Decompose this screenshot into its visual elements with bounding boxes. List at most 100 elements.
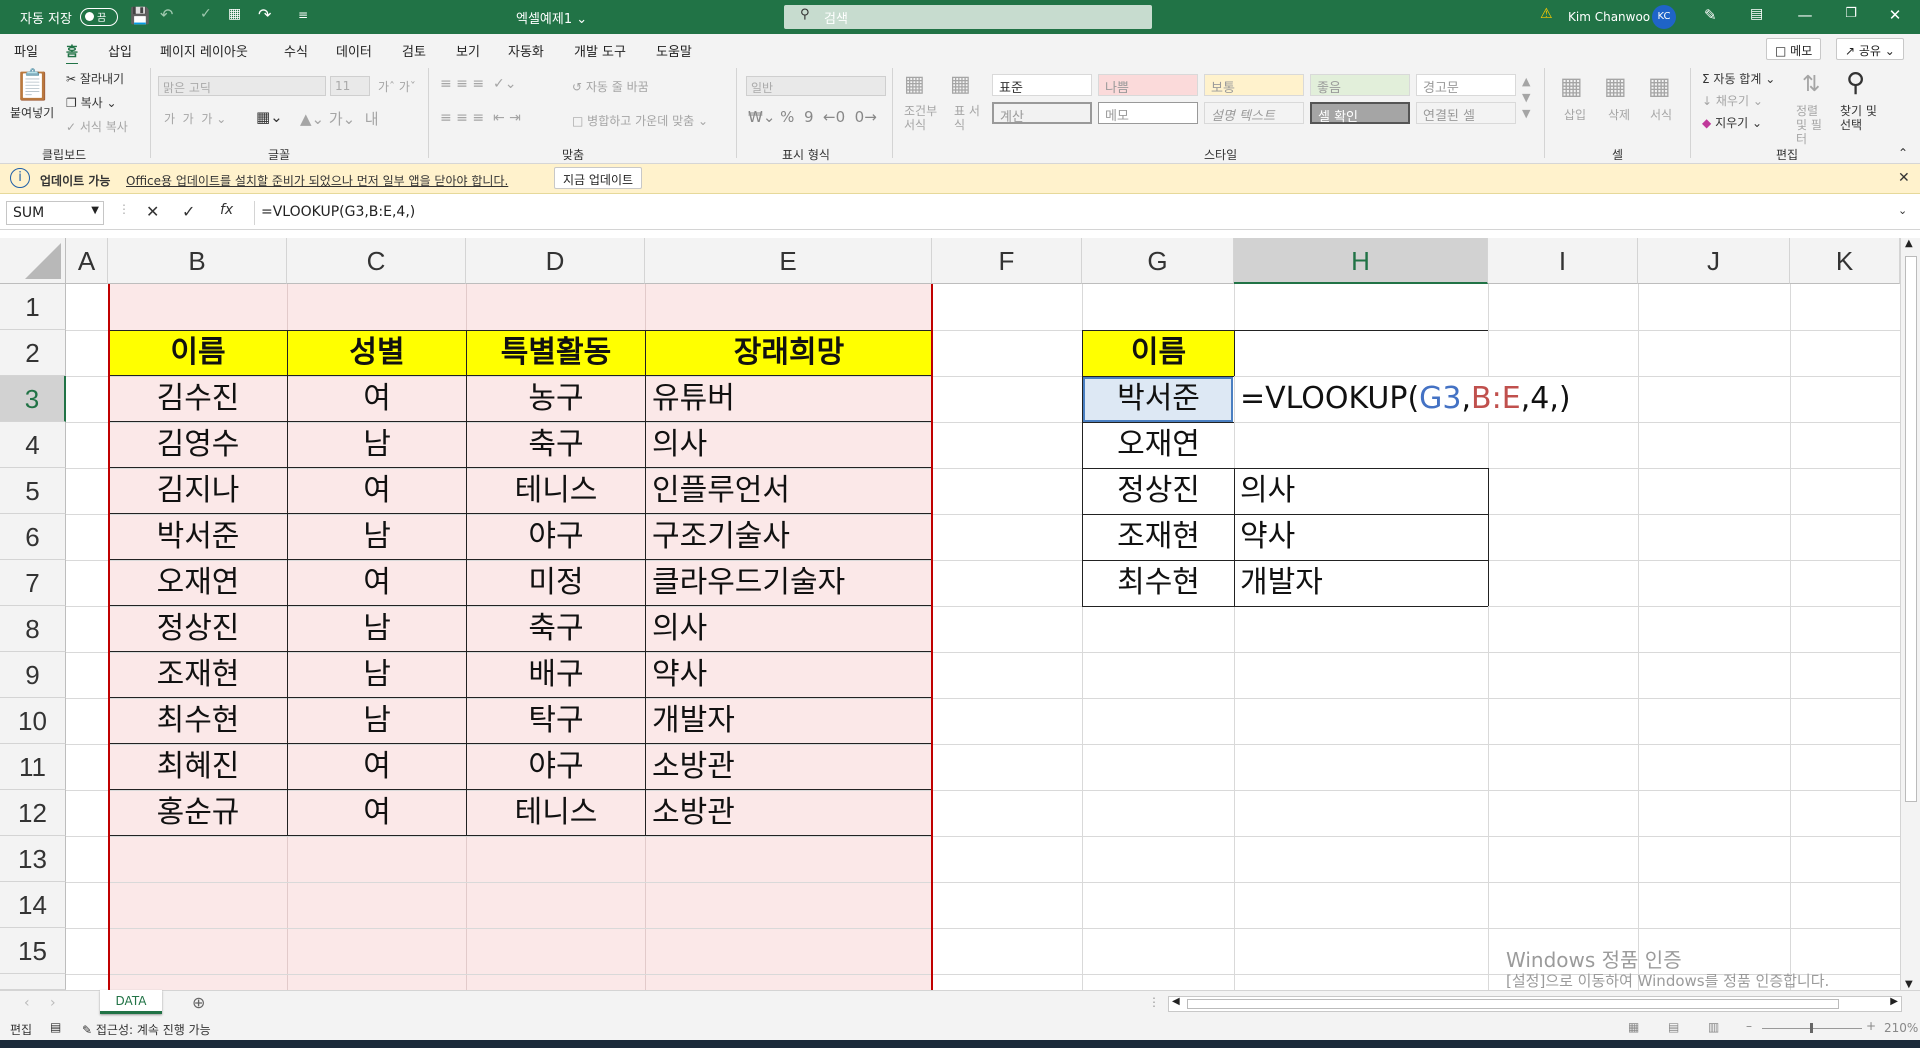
zoom-out-icon[interactable]: – [1746,1019,1752,1033]
merge-center-button[interactable]: □ 병합하고 가운데 맞춤 ⌄ [572,112,708,129]
style-neutral[interactable]: 보통 [1204,74,1304,96]
enter-icon[interactable]: ✓ [182,202,195,221]
table-cell[interactable]: 박서준 [109,514,287,560]
editing-formula[interactable]: =VLOOKUP(G3,B:E,4,) [1240,376,1571,422]
autosum-button[interactable]: Σ 자동 합계 ⌄ [1702,70,1775,87]
table-cell[interactable]: 남 [288,652,466,698]
tab-developer[interactable]: 개발 도구 [574,41,626,60]
autosave-toggle[interactable]: 끔 [80,8,118,26]
pen-icon[interactable]: ✎ [1704,6,1717,24]
tab-help[interactable]: 도움말 [656,41,692,60]
table-cell[interactable]: 미정 [467,560,645,606]
table-cell[interactable]: 탁구 [467,698,645,744]
clear-button[interactable]: ◆ 지우기 ⌄ [1702,114,1762,131]
style-explanatory[interactable]: 설명 텍스트 [1204,102,1304,124]
row-header-12[interactable]: 12 [0,790,66,836]
row-header-1[interactable]: 1 [0,284,66,330]
row-header-8[interactable]: 8 [0,606,66,652]
wrap-text-button[interactable]: ↺ 자동 줄 바꿈 [572,78,649,95]
update-now-button[interactable]: 지금 업데이트 [554,167,643,189]
table-cell[interactable]: 남 [288,422,466,468]
row-header-2[interactable]: 2 [0,330,66,376]
table-cell[interactable]: 테니스 [467,790,645,836]
tab-file[interactable]: 파일 [14,41,38,60]
find-select-button[interactable]: 찾기 및 선택 [1840,104,1884,132]
style-good[interactable]: 좋음 [1310,74,1410,96]
style-check-cell[interactable]: 셀 확인 [1310,102,1410,125]
customize-icon[interactable]: ≡ [298,8,308,22]
column-header-d[interactable]: D [466,238,645,284]
paste-icon[interactable]: 📋 [14,68,51,103]
tab-view[interactable]: 보기 [456,41,480,60]
table-cell[interactable]: 유튜버 [652,376,932,422]
currency-percent-icons[interactable]: ₩⌄ % 9 ←0 0→ [748,108,877,126]
row-header-5[interactable]: 5 [0,468,66,514]
font-grow-icon[interactable]: 가ˆ 가ˇ [378,78,416,95]
style-calculation[interactable]: 계산 [992,102,1092,125]
lookup-name[interactable]: 박서준 [1083,376,1234,422]
column-header-g[interactable]: G [1082,238,1234,284]
border-icon[interactable]: ▦⌄ [256,108,283,126]
font-size-select[interactable]: 11 [330,76,370,96]
align-top-icons[interactable]: ≡ ≡ ≡ ✓⌄ [440,76,516,92]
horizontal-scrollbar[interactable]: ◀ ▶ [1168,996,1902,1012]
memo-button[interactable]: □ 메모 [1766,38,1822,60]
style-linked-cell[interactable]: 연결된 셀 [1416,102,1516,124]
tab-data[interactable]: 데이터 [336,41,372,60]
format-painter-icon[interactable]: ✓ [200,6,212,22]
user-name[interactable]: Kim Chanwoo [1568,10,1650,24]
find-icon[interactable]: ⚲ [1846,68,1865,98]
table-cell[interactable]: 최수현 [109,698,287,744]
save-icon[interactable]: 💾 [130,6,150,25]
table-cell[interactable]: 테니스 [467,468,645,514]
sort-filter-button[interactable]: 정렬 및 필터 [1796,104,1832,146]
table-cell[interactable]: 정상진 [109,606,287,652]
table-cell[interactable]: 약사 [652,652,932,698]
table-cell[interactable]: 남 [288,698,466,744]
zoom-in-icon[interactable]: + [1866,1019,1876,1033]
table-header-cell[interactable]: 장래희망 [646,330,932,376]
row-header-14[interactable]: 14 [0,882,66,928]
cancel-icon[interactable]: ✕ [146,202,159,221]
table-cell[interactable]: 여 [288,468,466,514]
table-cell[interactable]: 소방관 [652,790,932,836]
lookup-result[interactable]: 약사 [1240,514,1295,560]
table-cell[interactable]: 야구 [467,514,645,560]
sheet-prev-icon[interactable]: ‹ [24,995,30,1011]
table-cell[interactable]: 여 [288,560,466,606]
style-note[interactable]: 메모 [1098,102,1198,124]
fill-color-icon[interactable]: ▲⌄ 가⌄ 내 [300,108,379,129]
table-cell[interactable]: 농구 [467,376,645,422]
table-header-cell[interactable]: 특별활동 [467,330,645,376]
column-header-c[interactable]: C [287,238,466,284]
style-warning[interactable]: 경고문 [1416,74,1516,96]
column-header-f[interactable]: F [932,238,1082,284]
column-header-j[interactable]: J [1638,238,1790,284]
table-format-button[interactable]: 표 서식 [954,104,984,132]
row-header-6[interactable]: 6 [0,514,66,560]
table-cell[interactable]: 구조기술사 [652,514,932,560]
column-header-a[interactable]: A [66,238,108,284]
page-break-icon[interactable]: ▥ [1708,1020,1719,1034]
format-cells-icon[interactable]: ▦ [1648,72,1671,100]
table-header-cell[interactable]: 성별 [288,330,466,376]
insert-cells-icon[interactable]: ▦ [1560,72,1583,100]
vertical-scrollbar[interactable]: ▲ ▼ [1900,238,1920,990]
tab-home[interactable]: 홈 [66,41,78,65]
lookup-name[interactable]: 오재연 [1083,422,1234,468]
avatar[interactable]: KC [1652,5,1676,29]
table-cell[interactable]: 조재현 [109,652,287,698]
table-cell[interactable]: 최혜진 [109,744,287,790]
row-header-3[interactable]: 3 [0,376,66,422]
number-format-select[interactable]: 일반 [746,76,886,96]
notice-message[interactable]: Office용 업데이트를 설치할 준비가 되었으나 먼저 일부 앱을 닫아야 … [126,172,508,189]
column-header-b[interactable]: B [108,238,287,284]
table-cell[interactable]: 오재연 [109,560,287,606]
lookup-result[interactable]: 개발자 [1240,560,1323,606]
format-painter-button[interactable]: ✓ 서식 복사 [66,118,128,135]
table-cell[interactable]: 축구 [467,606,645,652]
table-cell[interactable]: 남 [288,514,466,560]
bold-italic-underline[interactable]: 가 가 가 ⌄ [164,110,226,127]
row-header-7[interactable]: 7 [0,560,66,606]
insert-function-icon[interactable]: fx [220,202,233,218]
